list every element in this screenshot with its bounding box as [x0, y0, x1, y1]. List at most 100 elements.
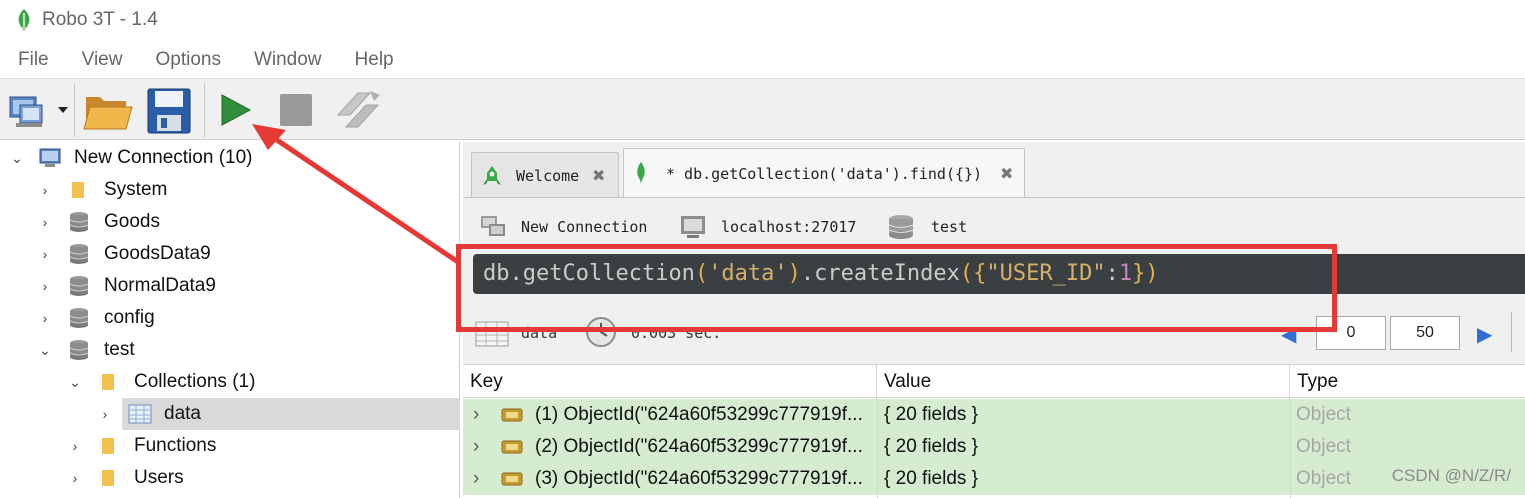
folder-icon [102, 438, 114, 454]
execute-button[interactable] [212, 85, 256, 135]
chevron-right-icon[interactable]: › [473, 463, 479, 495]
save-icon [147, 88, 191, 134]
menu-window[interactable]: Window [254, 49, 322, 71]
toolbar [0, 78, 1525, 140]
tree-item-label: System [104, 179, 168, 200]
save-button[interactable] [144, 85, 194, 135]
table-row[interactable]: › (3) ObjectId("624a60f53299c777919f... … [463, 463, 1525, 495]
folder-icon [102, 470, 114, 486]
connection-name: New Connection [521, 218, 648, 236]
database-icon [69, 212, 89, 232]
stop-icon [280, 94, 312, 126]
table-icon [128, 404, 152, 424]
table-row[interactable]: › (1) ObjectId("624a60f53299c777919f... … [463, 399, 1525, 431]
column-header-value[interactable]: Value [877, 365, 1290, 399]
row-type: Object [1296, 404, 1351, 425]
stop-button[interactable] [276, 85, 316, 135]
chevron-right-icon[interactable]: › [98, 407, 112, 421]
row-value: { 20 fields } [884, 436, 979, 457]
limit-input[interactable]: 50 [1390, 316, 1460, 350]
db-name: test [931, 218, 968, 236]
tree-item-functions[interactable]: › Functions [0, 430, 460, 462]
menu-options[interactable]: Options [155, 49, 220, 71]
close-icon[interactable]: ✖ [1000, 164, 1013, 183]
row-key: (2) ObjectId("624a60f53299c777919f... [535, 436, 863, 457]
row-type: Object [1296, 468, 1351, 489]
chevron-right-icon[interactable]: › [38, 279, 52, 293]
tree-connection[interactable]: ⌄ New Connection (10) [0, 142, 460, 174]
window-title: Robo 3T - 1.4 [42, 9, 158, 30]
row-value: { 20 fields } [884, 404, 979, 425]
watermark: CSDN @N/Z/R/ [1391, 466, 1511, 485]
explorer-tree: ⌄ New Connection (10) › System › Goods ›… [0, 142, 460, 498]
rotate-button[interactable] [330, 85, 386, 135]
chevron-right-icon[interactable]: › [38, 311, 52, 325]
computer-icon [39, 148, 61, 167]
annotation-box [456, 244, 1337, 332]
tree-item-users[interactable]: › Users [0, 462, 460, 494]
tree-item-system[interactable]: › System [0, 174, 460, 206]
tree-item-label: Users [134, 467, 184, 488]
chevron-down-icon[interactable]: ⌄ [38, 343, 52, 357]
tab-welcome-label: Welcome [516, 166, 580, 185]
tree-item-goods[interactable]: › Goods [0, 206, 460, 238]
folder-icon [72, 182, 84, 198]
row-type: Object [1296, 436, 1351, 457]
results-table: Key Value Type › (1) ObjectId("624a60f53… [463, 364, 1525, 498]
connect-icon [9, 96, 68, 127]
tree-item-goodsdata9[interactable]: › GoodsData9 [0, 238, 460, 270]
tab-welcome[interactable]: Welcome ✖ [471, 152, 619, 198]
chevron-right-icon[interactable]: › [473, 431, 479, 463]
host-address: localhost:27017 [721, 218, 857, 236]
server-icon [681, 216, 705, 238]
open-button[interactable] [82, 85, 134, 135]
tree-item-label: GoodsData9 [104, 243, 211, 264]
arrow-right-icon[interactable]: ▶ [1477, 322, 1492, 347]
chevron-right-icon[interactable]: › [473, 399, 479, 431]
row-key: (3) ObjectId("624a60f53299c777919f... [535, 468, 863, 489]
tree-item-collections[interactable]: ⌄ Collections (1) [0, 366, 460, 398]
tree-item-label: config [104, 307, 155, 328]
mongodb-leaf-icon [637, 162, 645, 184]
tree-item-label: Functions [134, 435, 217, 456]
menu-view[interactable]: View [82, 49, 123, 71]
tab-query[interactable]: * db.getCollection('data').find({}) ✖ [623, 148, 1025, 198]
object-icon [501, 472, 523, 486]
title-bar: Robo 3T - 1.4 [0, 0, 1525, 40]
tab-query-label: * db.getCollection('data').find({}) [666, 164, 983, 183]
tree-item-label: test [104, 339, 135, 360]
rotate-icon [336, 91, 380, 128]
object-icon [501, 408, 523, 422]
close-icon[interactable]: ✖ [592, 166, 605, 185]
db-info: test [887, 212, 967, 242]
host-info: localhost:27017 [679, 212, 856, 242]
row-key: (1) ObjectId("624a60f53299c777919f... [535, 404, 863, 425]
database-icon [888, 215, 914, 239]
table-header: Key Value Type [463, 364, 1525, 399]
chevron-down-icon[interactable]: ⌄ [68, 375, 82, 389]
menu-bar: File View Options Window Help [0, 42, 1525, 78]
chevron-right-icon[interactable]: › [38, 247, 52, 261]
robo3t-leaf-icon [18, 9, 30, 31]
play-icon [221, 94, 252, 126]
tree-item-label: Collections (1) [134, 371, 256, 392]
table-row[interactable]: › (2) ObjectId("624a60f53299c777919f... … [463, 431, 1525, 463]
tree-item-test[interactable]: ⌄ test [0, 334, 460, 366]
column-header-key[interactable]: Key [463, 365, 877, 399]
tree-connection-label: New Connection (10) [74, 147, 253, 168]
chevron-right-icon[interactable]: › [38, 183, 52, 197]
chevron-right-icon[interactable]: › [68, 439, 82, 453]
row-value: { 20 fields } [884, 468, 979, 489]
tree-item-config[interactable]: › config [0, 302, 460, 334]
folder-icon [102, 374, 114, 390]
connect-button[interactable] [6, 85, 72, 135]
menu-file[interactable]: File [18, 49, 49, 71]
tree-item-normaldata9[interactable]: › NormalData9 [0, 270, 460, 302]
menu-help[interactable]: Help [355, 49, 394, 71]
chevron-right-icon[interactable]: › [38, 215, 52, 229]
chevron-down-icon[interactable]: ⌄ [10, 151, 24, 165]
chevron-right-icon[interactable]: › [68, 471, 82, 485]
tree-item-collection-data[interactable]: › data [0, 398, 460, 430]
column-header-type[interactable]: Type [1290, 365, 1525, 399]
robo3t-logo-icon [483, 166, 501, 185]
